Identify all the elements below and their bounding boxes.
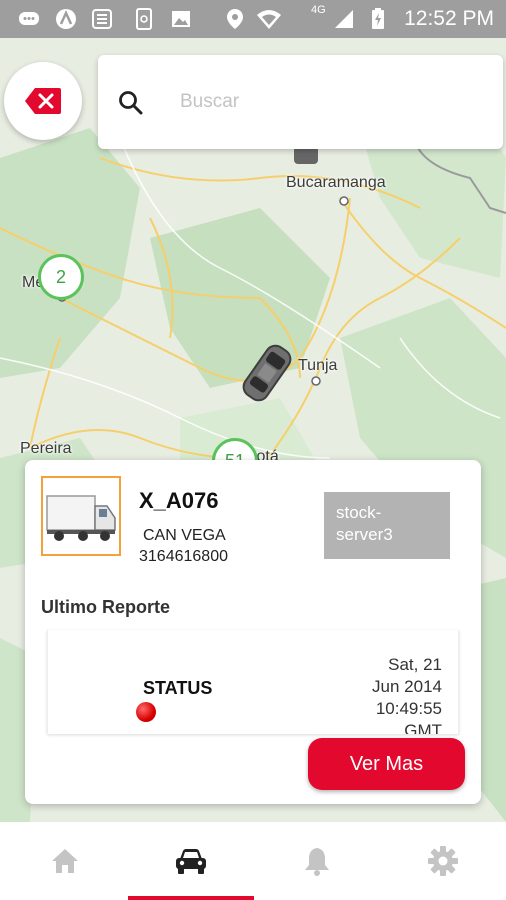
ver-mas-button[interactable]: Ver Mas (308, 738, 465, 790)
vehicle-thumbnail (41, 476, 121, 556)
clock: 12:52 PM (404, 7, 494, 30)
status-label: STATUS (143, 678, 213, 698)
nav-settings[interactable] (380, 822, 506, 900)
report-date-line: GMT (404, 721, 442, 734)
news-icon (92, 9, 112, 29)
bottom-navigation (0, 822, 506, 900)
car-icon (176, 849, 206, 874)
report-date-line: 10:49:55 (375, 699, 442, 718)
map-cluster-marker[interactable]: 2 (38, 254, 84, 300)
report-date-line: Sat, 21 (388, 655, 442, 674)
gear-icon (428, 846, 458, 876)
phone-app-icon (136, 8, 152, 30)
close-button[interactable] (4, 62, 82, 140)
search-bar (98, 55, 503, 149)
nav-notifications[interactable] (254, 822, 380, 900)
image-icon (172, 11, 190, 27)
battery-charging-icon (372, 8, 384, 29)
vehicle-info-card: X_A076 CAN VEGA 3164616800 stock-server3… (25, 460, 481, 804)
app-icon (56, 9, 76, 29)
home-icon (52, 849, 78, 873)
vehicle-name: X_A076 (139, 488, 219, 513)
report-section-title: Ultimo Reporte (41, 597, 171, 617)
last-report-panel: STATUS Sat, 21 Jun 2014 10:49:55 GMT (47, 630, 459, 734)
server-badge: stock-server3 (324, 492, 450, 559)
search-icon[interactable] (118, 90, 144, 116)
network-type: 4G (311, 4, 326, 16)
signal-icon (335, 10, 353, 28)
car-marker-icon[interactable] (236, 338, 298, 408)
report-date: Sat, 21 Jun 2014 10:49:55 GMT (344, 654, 442, 734)
close-icon (25, 88, 61, 114)
status-bar: 4G 12:52 PM (0, 0, 506, 38)
chat-icon (19, 12, 39, 25)
wifi-icon (257, 10, 281, 29)
location-icon (227, 9, 243, 29)
driver-phone: 3164616800 (139, 548, 228, 565)
report-date-line: Jun 2014 (372, 677, 442, 696)
city-label: Pereira (20, 440, 72, 457)
city-label: Tunja (298, 357, 338, 374)
city-label: Bucaramanga (286, 174, 386, 191)
nav-home[interactable] (2, 822, 128, 900)
nav-vehicles[interactable] (128, 822, 254, 900)
truck-icon (46, 495, 116, 541)
driver-name: CAN VEGA (143, 527, 226, 544)
status-indicator (136, 702, 156, 722)
bell-icon (305, 848, 329, 876)
search-input[interactable] (180, 85, 480, 119)
